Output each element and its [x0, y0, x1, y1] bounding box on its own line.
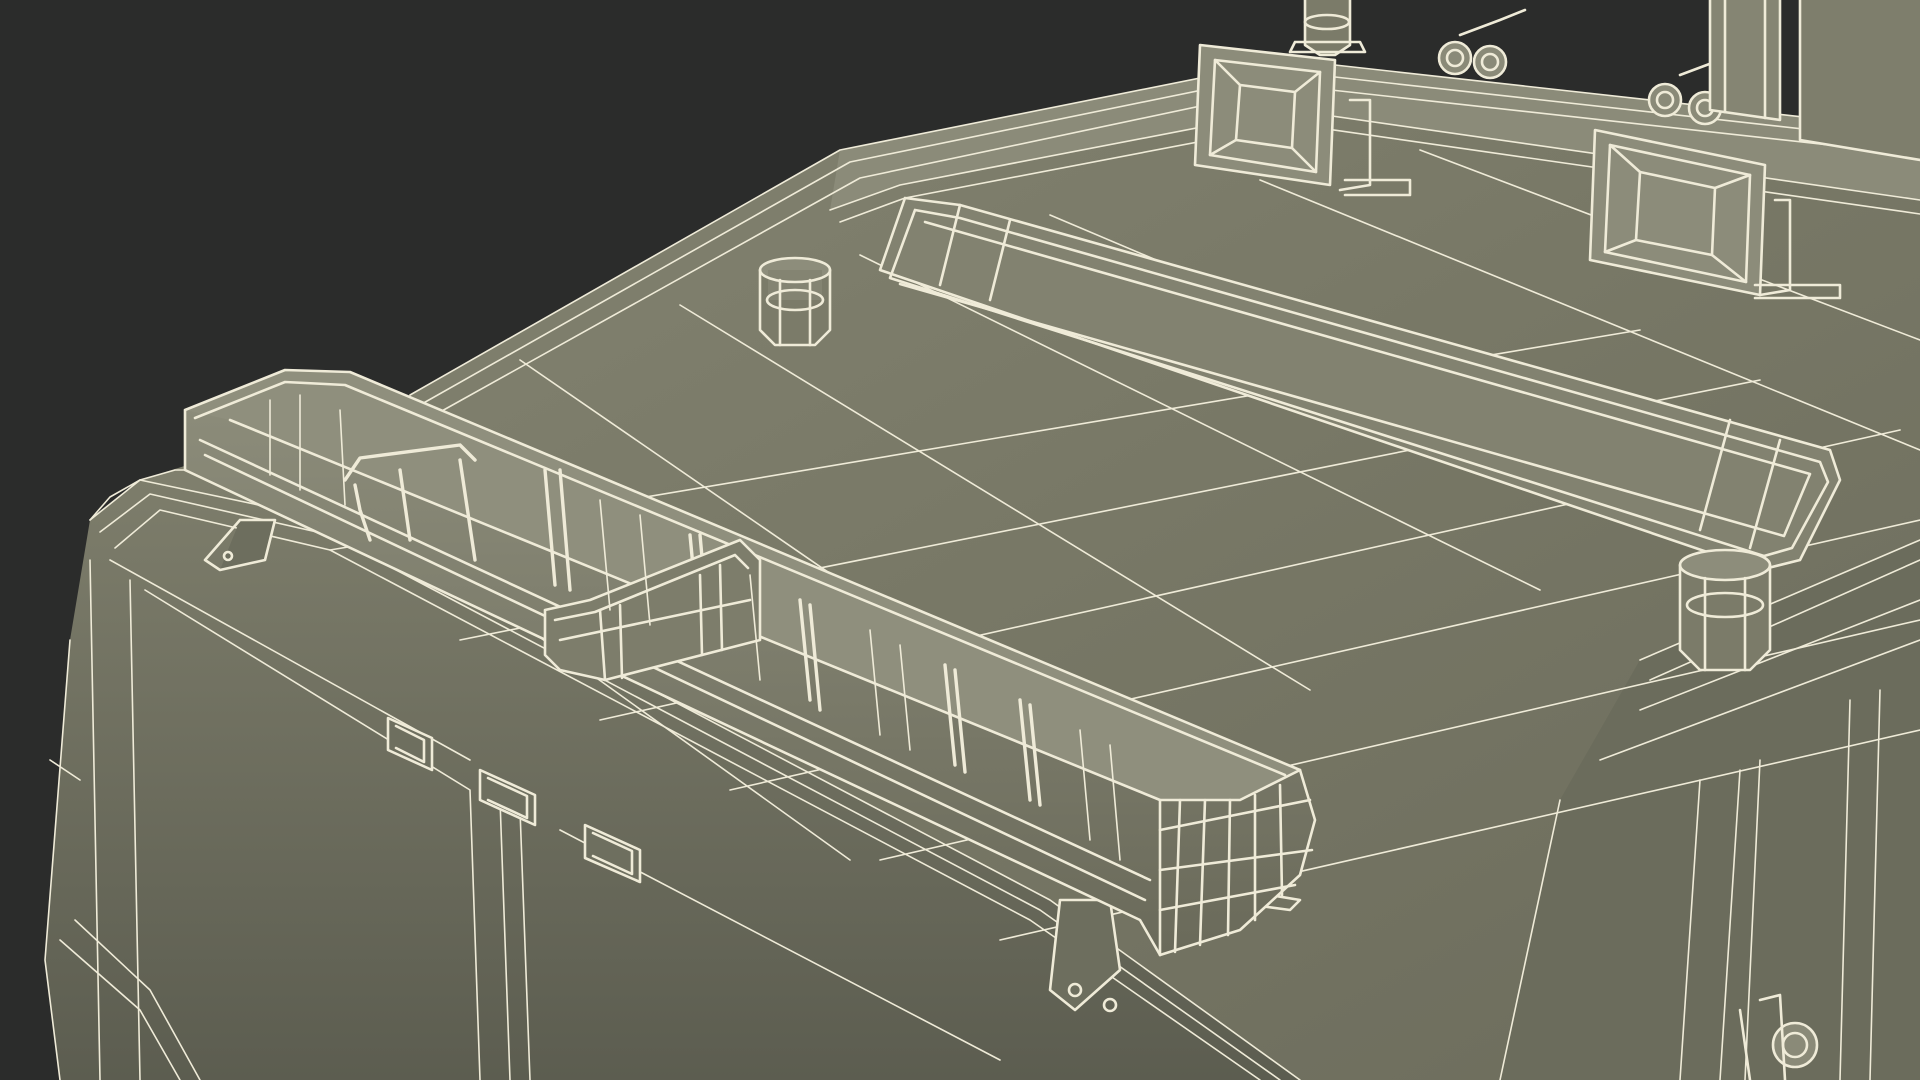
wireframe-render — [0, 0, 1920, 1080]
beacon-left — [758, 256, 832, 347]
beacon-right — [1678, 548, 1772, 672]
